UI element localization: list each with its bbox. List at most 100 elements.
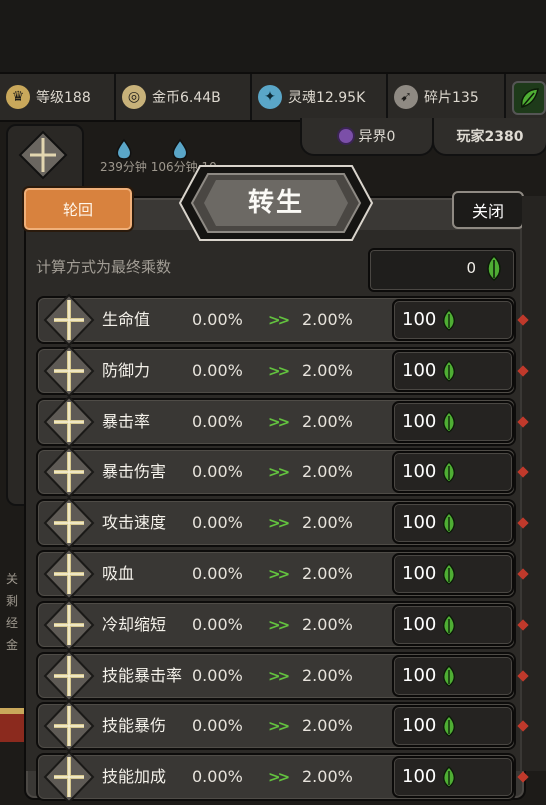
arrow-right-icon: >> bbox=[268, 615, 290, 634]
upgrade-cost: 100 bbox=[402, 766, 437, 788]
upgrade-cost: 100 bbox=[402, 664, 437, 686]
right-edge-strip bbox=[522, 196, 546, 771]
arrow-right-icon: >> bbox=[268, 311, 290, 329]
calc-method-label: 计算方式为最终乘数 bbox=[36, 258, 172, 276]
stat-name: 技能暴击率 bbox=[102, 665, 183, 685]
tab-player[interactable]: 玩家2380 bbox=[432, 118, 546, 156]
stat-name: 冷却缩短 bbox=[102, 614, 167, 634]
upgrade-cost: 100 bbox=[402, 309, 437, 330]
stat-next-value: 2.00% bbox=[302, 564, 353, 583]
cross-emblem-icon bbox=[43, 445, 95, 499]
background-left-text: 金 bbox=[6, 638, 19, 652]
upgrade-cost: 100 bbox=[402, 461, 437, 483]
stat-next-value: 2.00% bbox=[302, 360, 353, 380]
close-button[interactable]: 关闭 bbox=[452, 191, 524, 229]
stat-row: 暴击伤害 0.00% >> 2.00% 100 bbox=[36, 445, 516, 499]
upgrade-cost: 100 bbox=[402, 715, 437, 737]
total-cost-value: 0 bbox=[466, 259, 476, 277]
stat-next-value: 2.00% bbox=[302, 411, 353, 431]
gold-display[interactable]: ◎ 金币6.44B bbox=[122, 74, 221, 120]
stat-name: 技能暴伤 bbox=[102, 716, 167, 736]
stat-name: 攻击速度 bbox=[102, 513, 167, 533]
level-text: 等级188 bbox=[36, 90, 91, 106]
leaf-icon bbox=[443, 309, 455, 331]
otherworld-icon bbox=[338, 129, 353, 143]
top-blank bbox=[0, 0, 546, 72]
stat-row: 暴击率 0.00% >> 2.00% 100 bbox=[36, 395, 516, 449]
arrow-right-icon: >> bbox=[268, 463, 290, 482]
modal-title: 转生 bbox=[247, 188, 304, 218]
stat-row: 吸血 0.00% >> 2.00% 100 bbox=[36, 547, 516, 601]
stat-current-value: 0.00% bbox=[192, 411, 243, 431]
background-droplet-icon bbox=[112, 138, 136, 162]
cross-emblem-icon bbox=[43, 344, 95, 398]
stat-name: 暴击伤害 bbox=[102, 462, 167, 482]
leaf-currency-icon[interactable] bbox=[512, 81, 546, 115]
level-display[interactable]: ♛ 等级188 bbox=[6, 74, 91, 120]
stat-row: 生命值 0.00% >> 2.00% 100 bbox=[36, 293, 516, 347]
otherworld-label: 异界0 bbox=[358, 129, 396, 145]
leaf-icon bbox=[443, 359, 455, 382]
stat-row: 技能暴击率 0.00% >> 2.00% 100 bbox=[36, 649, 516, 703]
soul-display[interactable]: ✦ 灵魂12.95K bbox=[258, 74, 365, 120]
stat-current-value: 0.00% bbox=[192, 716, 243, 736]
stat-current-value: 0.00% bbox=[192, 665, 243, 685]
stat-next-value: 2.00% bbox=[302, 462, 353, 482]
resource-bar: ♛ 等级188 ◎ 金币6.44B ✦ 灵魂12.95K ➹ 碎片135 bbox=[0, 72, 546, 122]
leaf-icon bbox=[443, 715, 455, 738]
fragment-icon: ➹ bbox=[394, 85, 418, 109]
arrow-right-icon: >> bbox=[268, 565, 290, 583]
divider bbox=[114, 74, 116, 120]
stat-name: 暴击率 bbox=[102, 411, 151, 431]
leaf-icon bbox=[443, 461, 455, 484]
background-left-text: 关 bbox=[6, 572, 19, 586]
fragments-display[interactable]: ➹ 碎片135 bbox=[394, 74, 479, 120]
soul-icon: ✦ bbox=[258, 85, 282, 109]
tab-otherworld[interactable]: 异界0 bbox=[300, 118, 434, 156]
stat-next-value: 2.00% bbox=[302, 513, 353, 533]
stat-current-value: 0.00% bbox=[192, 767, 243, 787]
cross-emblem-icon bbox=[43, 395, 95, 449]
stat-name: 吸血 bbox=[102, 564, 135, 583]
background-emblem-icon bbox=[16, 128, 70, 182]
leaf-icon bbox=[443, 664, 455, 687]
leaf-icon bbox=[443, 410, 455, 433]
tab-reincarnation[interactable]: 轮回 bbox=[22, 186, 134, 232]
crown-icon: ♛ bbox=[6, 85, 30, 109]
cross-emblem-icon bbox=[43, 598, 95, 652]
cross-emblem-icon bbox=[43, 649, 95, 703]
upgrade-cost: 100 bbox=[402, 563, 437, 584]
divider bbox=[386, 74, 388, 120]
upgrade-cost: 100 bbox=[402, 613, 437, 635]
arrow-right-icon: >> bbox=[268, 361, 290, 380]
upgrade-cost: 100 bbox=[402, 512, 437, 534]
stat-current-value: 0.00% bbox=[192, 310, 243, 329]
stat-row: 防御力 0.00% >> 2.00% 100 bbox=[36, 344, 516, 398]
stat-row: 攻击速度 0.00% >> 2.00% 100 bbox=[36, 496, 516, 550]
background-left-text: 经 bbox=[6, 616, 19, 630]
stat-current-value: 0.00% bbox=[192, 513, 243, 533]
divider bbox=[504, 74, 506, 120]
cross-emblem-icon bbox=[43, 750, 95, 804]
leaf-icon bbox=[443, 512, 455, 534]
stat-next-value: 2.00% bbox=[302, 310, 353, 329]
leaf-icon bbox=[484, 254, 504, 282]
leaf-icon bbox=[443, 613, 455, 636]
upgrade-cost: 100 bbox=[402, 359, 437, 381]
stat-current-value: 0.00% bbox=[192, 614, 243, 634]
arrow-right-icon: >> bbox=[268, 666, 290, 685]
stat-row: 技能加成 0.00% >> 2.00% 100 bbox=[36, 750, 516, 804]
stat-current-value: 0.00% bbox=[192, 360, 243, 380]
stat-next-value: 2.00% bbox=[302, 614, 353, 634]
cross-emblem-icon bbox=[43, 699, 95, 753]
stat-current-value: 0.00% bbox=[192, 564, 243, 583]
soul-text: 灵魂12.95K bbox=[288, 90, 366, 106]
stat-name: 技能加成 bbox=[102, 767, 167, 787]
stat-next-value: 2.00% bbox=[302, 716, 353, 736]
stat-row: 技能暴伤 0.00% >> 2.00% 100 bbox=[36, 699, 516, 753]
arrow-right-icon: >> bbox=[268, 717, 290, 736]
coin-icon: ◎ bbox=[122, 85, 146, 109]
stat-row: 冷却缩短 0.00% >> 2.00% 100 bbox=[36, 598, 516, 652]
gold-text: 金币6.44B bbox=[152, 90, 221, 106]
background-droplet-icon bbox=[168, 138, 192, 162]
